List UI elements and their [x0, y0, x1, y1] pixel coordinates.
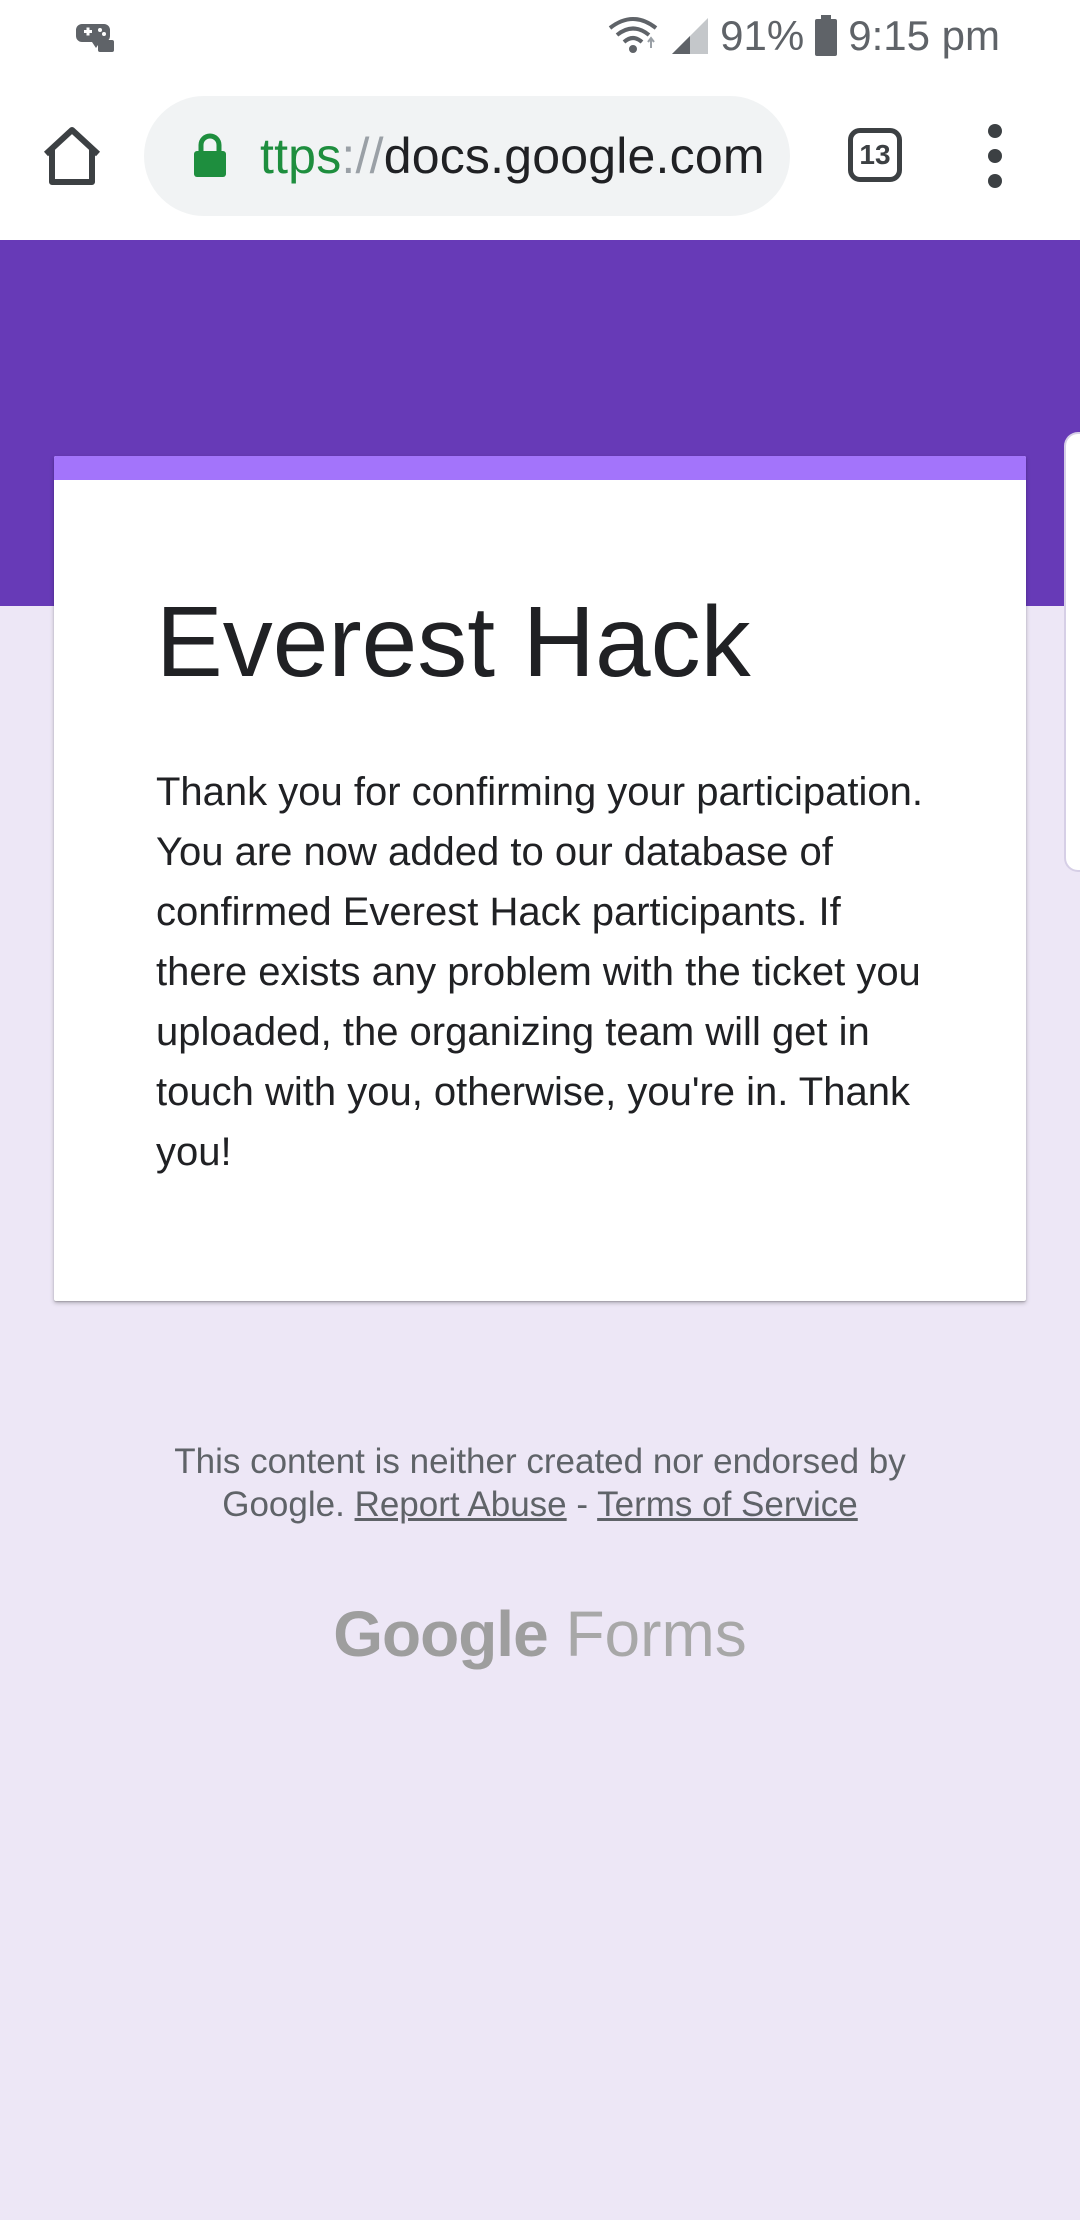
more-vert-icon[interactable] — [976, 124, 1016, 188]
battery-icon — [815, 15, 838, 56]
status-bar: 91% 9:15 pm — [0, 0, 1080, 72]
url-scheme: ttps — [260, 128, 342, 184]
url-host: docs.google.com — [383, 128, 765, 184]
disclaimer-line-2: Google. Report Abuse - Terms of Service — [0, 1483, 1080, 1526]
footer-disclaimer: This content is neither created nor endo… — [0, 1440, 1080, 1526]
tab-switcher-button[interactable]: 13 — [848, 128, 902, 182]
disclaimer-google: Google. — [222, 1485, 345, 1524]
confirmation-message: Thank you for confirming your participat… — [156, 770, 924, 1174]
clock: 9:15 pm — [848, 12, 1000, 59]
form-title: Everest Hack — [156, 586, 751, 698]
lock-icon — [194, 133, 226, 177]
confirmation-card: Everest Hack Thank you for confirming yo… — [54, 456, 1026, 1301]
disclaimer-line-1: This content is neither created nor endo… — [174, 1442, 906, 1481]
footer-separator: - — [576, 1485, 589, 1524]
report-abuse-link[interactable]: Report Abuse — [355, 1485, 567, 1524]
signal-icon — [672, 18, 709, 54]
terms-of-service-link[interactable]: Terms of Service — [597, 1485, 858, 1524]
address-bar[interactable]: ttps://docs.google.com — [144, 96, 790, 216]
browser-toolbar: ttps://docs.google.com 13 — [0, 72, 1080, 240]
game-notification-icon — [76, 24, 114, 52]
url-separator: :// — [341, 128, 384, 184]
brand-forms: Forms — [565, 1598, 747, 1670]
battery-percent: 91% — [720, 12, 805, 59]
brand-google: Google — [333, 1598, 548, 1670]
status-right-group: 91% 9:15 pm — [608, 8, 1000, 64]
home-icon[interactable] — [38, 122, 106, 190]
url-text[interactable]: ttps://docs.google.com — [260, 126, 765, 186]
google-forms-logo[interactable]: Google Forms — [0, 1594, 1080, 1674]
side-panel-handle[interactable] — [1064, 432, 1080, 872]
card-accent-bar — [54, 456, 1026, 480]
wifi-icon — [608, 17, 658, 53]
